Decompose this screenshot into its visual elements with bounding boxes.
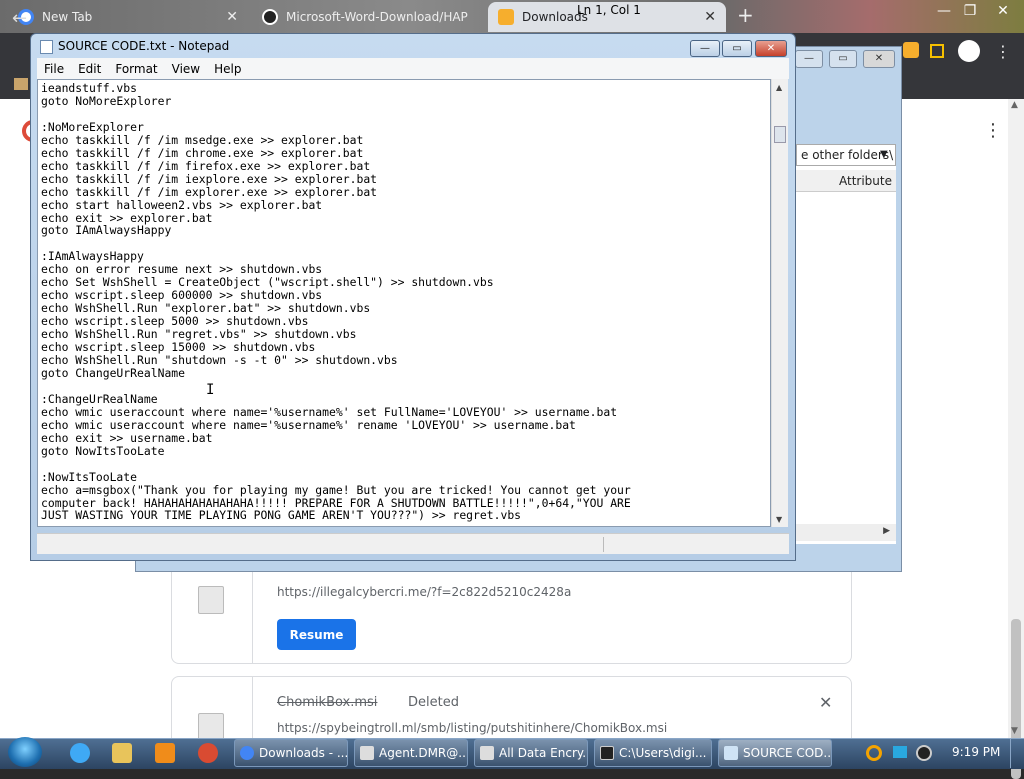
show-desktop-button[interactable] — [1010, 739, 1024, 768]
taskbar-button-explorer[interactable]: C:\Users\digi... — [594, 739, 712, 767]
text-editor[interactable]: ieandstuff.vbs goto NoMoreExplorer :NoMo… — [37, 79, 771, 527]
record-icon[interactable] — [916, 745, 932, 761]
column-header-attributes[interactable]: Attribute — [796, 170, 896, 192]
status-bar — [37, 533, 789, 554]
7zip-icon — [600, 746, 614, 760]
notepad-icon — [724, 746, 738, 760]
taskbar-button-agent[interactable]: Agent.DMR@... — [354, 739, 468, 767]
notepad-icon — [40, 40, 53, 54]
close-button[interactable]: ✕ — [755, 40, 787, 57]
back-arrow-icon[interactable]: ← — [12, 8, 27, 29]
media-player-icon[interactable] — [155, 743, 175, 763]
download-item: https://illegalcybercri.me/?f=2c822d5210… — [171, 560, 852, 664]
download-filename[interactable]: ChomikBox.msi — [277, 695, 377, 710]
explorer-close-button[interactable]: ✕ — [863, 50, 895, 68]
taskbar-button-chrome[interactable]: Downloads - ... — [234, 739, 348, 767]
chrome-minimize-button[interactable]: — — [930, 0, 958, 22]
window-title: SOURCE CODE.txt - Notepad — [58, 39, 230, 53]
more-options-icon[interactable]: ⋮ — [984, 120, 1002, 141]
scroll-up-icon[interactable]: ▲ — [776, 83, 782, 92]
new-tab-button[interactable]: + — [737, 3, 754, 27]
tab-title: New Tab — [42, 10, 93, 24]
file-icon — [198, 586, 224, 614]
window-icon — [360, 746, 374, 760]
taskbar-button-notepad[interactable]: SOURCE COD... — [718, 739, 832, 767]
taskbar-label: Downloads - ... — [259, 746, 348, 760]
explorer-hscroll[interactable]: ▶ — [796, 524, 896, 541]
bookmark-folder-icon[interactable] — [14, 78, 28, 90]
cursor-position: Ln 1, Col 1 — [577, 3, 641, 17]
menu-help[interactable]: Help — [207, 62, 248, 76]
menu-bar: File Edit Format View Help — [37, 58, 789, 79]
clock[interactable]: 9:19 PM — [952, 745, 1000, 759]
chrome-maximize-button[interactable]: ❐ — [956, 0, 984, 22]
resume-button[interactable]: Resume — [277, 619, 356, 650]
scroll-down-icon[interactable]: ▼ — [1011, 726, 1018, 736]
scroll-right-icon[interactable]: ▶ — [883, 526, 890, 536]
chrome-icon — [240, 746, 254, 760]
explorer-minimize-button[interactable]: — — [795, 50, 823, 68]
page-scrollbar[interactable] — [1008, 99, 1024, 779]
chrome-close-button[interactable]: ✕ — [985, 0, 1021, 22]
taskbar-label: Agent.DMR@... — [379, 746, 468, 760]
download-url[interactable]: https://spybeingtroll.ml/smb/listing/put… — [277, 721, 667, 735]
taskbar-button-encrypted[interactable]: All Data Encry... — [474, 739, 588, 767]
downloads-icon — [498, 9, 514, 25]
document-text[interactable]: ieandstuff.vbs goto NoMoreExplorer :NoMo… — [38, 80, 770, 522]
chrome-menu-icon[interactable]: ⋮ — [995, 42, 1011, 61]
taskbar-label: C:\Users\digi... — [619, 746, 707, 760]
close-icon[interactable]: ✕ — [226, 9, 238, 25]
minimize-button[interactable]: — — [690, 40, 720, 57]
window-icon — [480, 746, 494, 760]
chevron-down-icon[interactable]: ▼ — [880, 149, 888, 160]
download-url[interactable]: https://illegalcybercri.me/?f=2c822d5210… — [277, 585, 571, 599]
explorer-file-list — [796, 144, 896, 544]
github-icon — [262, 9, 278, 25]
search-icon[interactable] — [866, 745, 882, 761]
menu-file[interactable]: File — [37, 62, 71, 76]
explorer-maximize-button[interactable]: ▭ — [829, 50, 857, 68]
download-status: Deleted — [408, 695, 459, 710]
monitor-icon[interactable] — [893, 746, 907, 758]
tab-new-tab[interactable]: New Tab ✕ — [8, 2, 248, 32]
menu-edit[interactable]: Edit — [71, 62, 108, 76]
extension-icon[interactable] — [930, 44, 944, 58]
start-button[interactable] — [8, 737, 42, 767]
app-icon[interactable] — [198, 743, 218, 763]
scroll-down-icon[interactable]: ▼ — [776, 515, 782, 524]
close-icon[interactable]: ✕ — [704, 9, 716, 25]
file-icon — [198, 713, 224, 741]
internet-explorer-icon[interactable] — [70, 743, 90, 763]
menu-format[interactable]: Format — [108, 62, 164, 76]
profile-icon[interactable] — [958, 40, 980, 62]
taskbar-label: All Data Encry... — [499, 746, 588, 760]
vertical-scrollbar[interactable]: ▲ ▼ — [771, 79, 788, 527]
scroll-up-icon[interactable]: ▲ — [1011, 100, 1018, 110]
maximize-button[interactable]: ▭ — [722, 40, 752, 57]
tab-title: Microsoft-Word-Download/HAP — [286, 10, 468, 24]
scrollbar-thumb[interactable] — [774, 126, 786, 143]
taskbar-label: SOURCE COD... — [743, 746, 832, 760]
folder-icon[interactable] — [112, 743, 132, 763]
extension-icon[interactable] — [903, 42, 919, 58]
remove-icon[interactable]: ✕ — [819, 693, 832, 712]
tab-github[interactable]: Microsoft-Word-Download/HAP — [252, 2, 480, 32]
menu-view[interactable]: View — [165, 62, 207, 76]
text-cursor-icon: I — [206, 382, 215, 398]
